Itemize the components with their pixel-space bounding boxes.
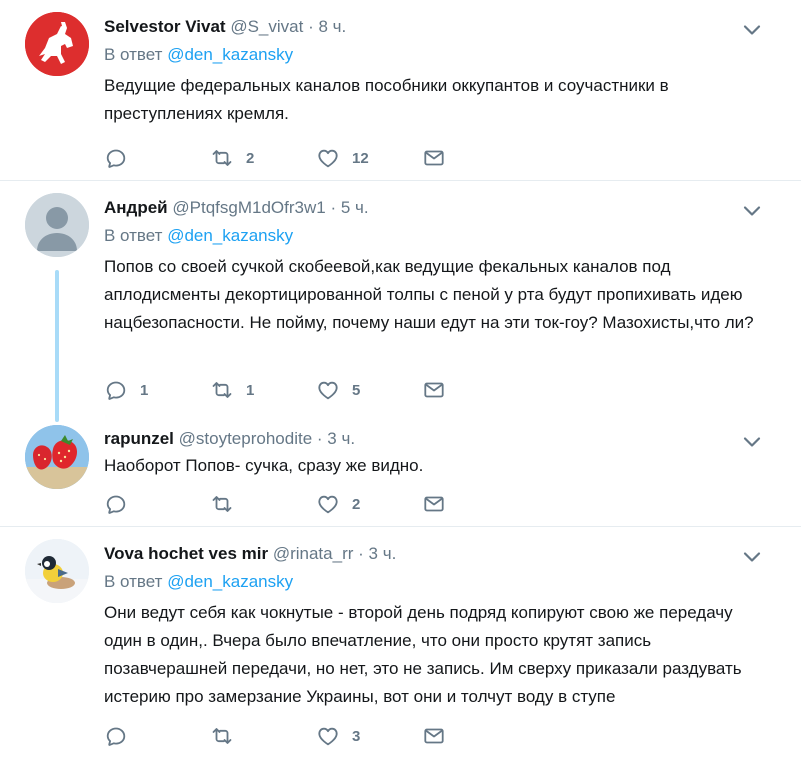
- separator-dot: ·: [316, 429, 323, 448]
- reply-button[interactable]: [104, 146, 140, 170]
- user-handle[interactable]: @rinata_rr: [273, 544, 354, 563]
- bird-avatar-icon: [25, 539, 89, 603]
- envelope-icon: [422, 378, 446, 402]
- user-handle[interactable]: @PtqfsgM1dOfr3w1: [172, 198, 325, 217]
- reply-button[interactable]: [104, 492, 140, 516]
- like-button[interactable]: 12: [316, 146, 369, 170]
- tweet-text: Ведущие федеральных каналов пособники ок…: [104, 76, 669, 123]
- avatar[interactable]: [25, 425, 89, 489]
- heart-icon: [316, 378, 340, 402]
- separator-dot: ·: [308, 17, 314, 36]
- tweet-actions: 3: [104, 724, 464, 748]
- reply-count: 1: [140, 381, 149, 399]
- reply-prefix: В ответ: [104, 572, 163, 591]
- tweet-actions: 2: [104, 492, 464, 516]
- separator-dot: ·: [358, 544, 364, 563]
- retweet-icon: [210, 492, 234, 516]
- timestamp[interactable]: 5 ч.: [341, 198, 369, 217]
- reply-prefix: В ответ: [104, 226, 163, 245]
- separator-dot: ·: [330, 198, 337, 217]
- chevron-down-icon[interactable]: [741, 22, 763, 38]
- like-count: 5: [352, 381, 361, 399]
- display-name[interactable]: Андрей: [104, 198, 168, 217]
- reply-icon: [104, 378, 128, 402]
- tweet-header: Андрей @PtqfsgM1dOfr3w1 · 5 ч.: [104, 197, 771, 219]
- direct-message-button[interactable]: [422, 724, 446, 748]
- direct-message-button[interactable]: [422, 492, 446, 516]
- avatar[interactable]: [25, 193, 89, 257]
- retweet-icon: [210, 724, 234, 748]
- reply-button[interactable]: 1: [104, 378, 148, 402]
- tweet-header: Vova hochet ves mir @rinata_rr · 3 ч.: [104, 543, 771, 565]
- mention-link[interactable]: @den_kazansky: [167, 572, 293, 591]
- tweet[interactable]: Андрей @PtqfsgM1dOfr3w1 · 5 ч. В ответ @…: [0, 181, 801, 421]
- avatar[interactable]: [25, 539, 89, 603]
- direct-message-button[interactable]: [422, 146, 446, 170]
- timestamp[interactable]: 8 ч.: [318, 17, 346, 36]
- tweet-text: Они ведут себя как чокнутые - второй ден…: [104, 603, 742, 706]
- retweet-button[interactable]: [210, 724, 246, 748]
- display-name[interactable]: rapunzel: [104, 429, 174, 448]
- reply-icon: [104, 146, 128, 170]
- strawberry-avatar-icon: [25, 425, 89, 489]
- like-count: 12: [352, 149, 369, 167]
- timestamp[interactable]: 3 ч.: [327, 429, 355, 448]
- direct-message-button[interactable]: [422, 378, 446, 402]
- envelope-icon: [422, 724, 446, 748]
- like-button[interactable]: 2: [316, 492, 360, 516]
- tweet-text: Наоборот Попов- сучка, сразу же видно.: [104, 456, 424, 475]
- reply-context: В ответ @den_kazansky: [104, 571, 771, 593]
- reply-context: В ответ @den_kazansky: [104, 225, 771, 247]
- tweet-header: Selvestor Vivat @S_vivat · 8 ч.: [104, 16, 771, 38]
- heart-icon: [316, 724, 340, 748]
- retweet-icon: [210, 146, 234, 170]
- tweet[interactable]: Vova hochet ves mir @rinata_rr · 3 ч. В …: [0, 527, 801, 763]
- like-button[interactable]: 5: [316, 378, 360, 402]
- like-button[interactable]: 3: [316, 724, 360, 748]
- pahonia-emblem-icon: [25, 12, 89, 76]
- reply-icon: [104, 724, 128, 748]
- mention-link[interactable]: @den_kazansky: [167, 45, 293, 64]
- chevron-down-icon[interactable]: [741, 549, 763, 565]
- heart-icon: [316, 146, 340, 170]
- retweet-icon: [210, 378, 234, 402]
- default-avatar-icon: [25, 193, 89, 257]
- tweet-text: Попов со своей сучкой скобеевой,как веду…: [104, 257, 754, 332]
- reply-icon: [104, 492, 128, 516]
- like-count: 2: [352, 495, 361, 513]
- tweet-actions: 2 12: [104, 146, 464, 170]
- timestamp[interactable]: 3 ч.: [369, 544, 397, 563]
- chevron-down-icon[interactable]: [741, 203, 763, 219]
- retweet-count: 1: [246, 381, 255, 399]
- tweet[interactable]: rapunzel @stoyteprohodite · 3 ч. Наоборо…: [0, 421, 801, 526]
- retweet-count: 2: [246, 149, 255, 167]
- user-handle[interactable]: @S_vivat: [230, 17, 303, 36]
- chevron-down-icon[interactable]: [741, 434, 763, 450]
- heart-icon: [316, 492, 340, 516]
- display-name[interactable]: Vova hochet ves mir: [104, 544, 268, 563]
- avatar[interactable]: [25, 12, 89, 76]
- retweet-button[interactable]: [210, 492, 246, 516]
- reply-context: В ответ @den_kazansky: [104, 44, 771, 66]
- retweet-button[interactable]: 2: [210, 146, 254, 170]
- like-count: 3: [352, 727, 361, 745]
- user-handle[interactable]: @stoyteprohodite: [179, 429, 313, 448]
- display-name[interactable]: Selvestor Vivat: [104, 17, 226, 36]
- mention-link[interactable]: @den_kazansky: [167, 226, 293, 245]
- envelope-icon: [422, 146, 446, 170]
- tweet[interactable]: Selvestor Vivat @S_vivat · 8 ч. В ответ …: [0, 0, 801, 180]
- tweet-header: rapunzel @stoyteprohodite · 3 ч.: [104, 428, 771, 450]
- reply-button[interactable]: [104, 724, 140, 748]
- tweet-actions: 1 1 5: [104, 378, 464, 402]
- envelope-icon: [422, 492, 446, 516]
- retweet-button[interactable]: 1: [210, 378, 254, 402]
- reply-prefix: В ответ: [104, 45, 163, 64]
